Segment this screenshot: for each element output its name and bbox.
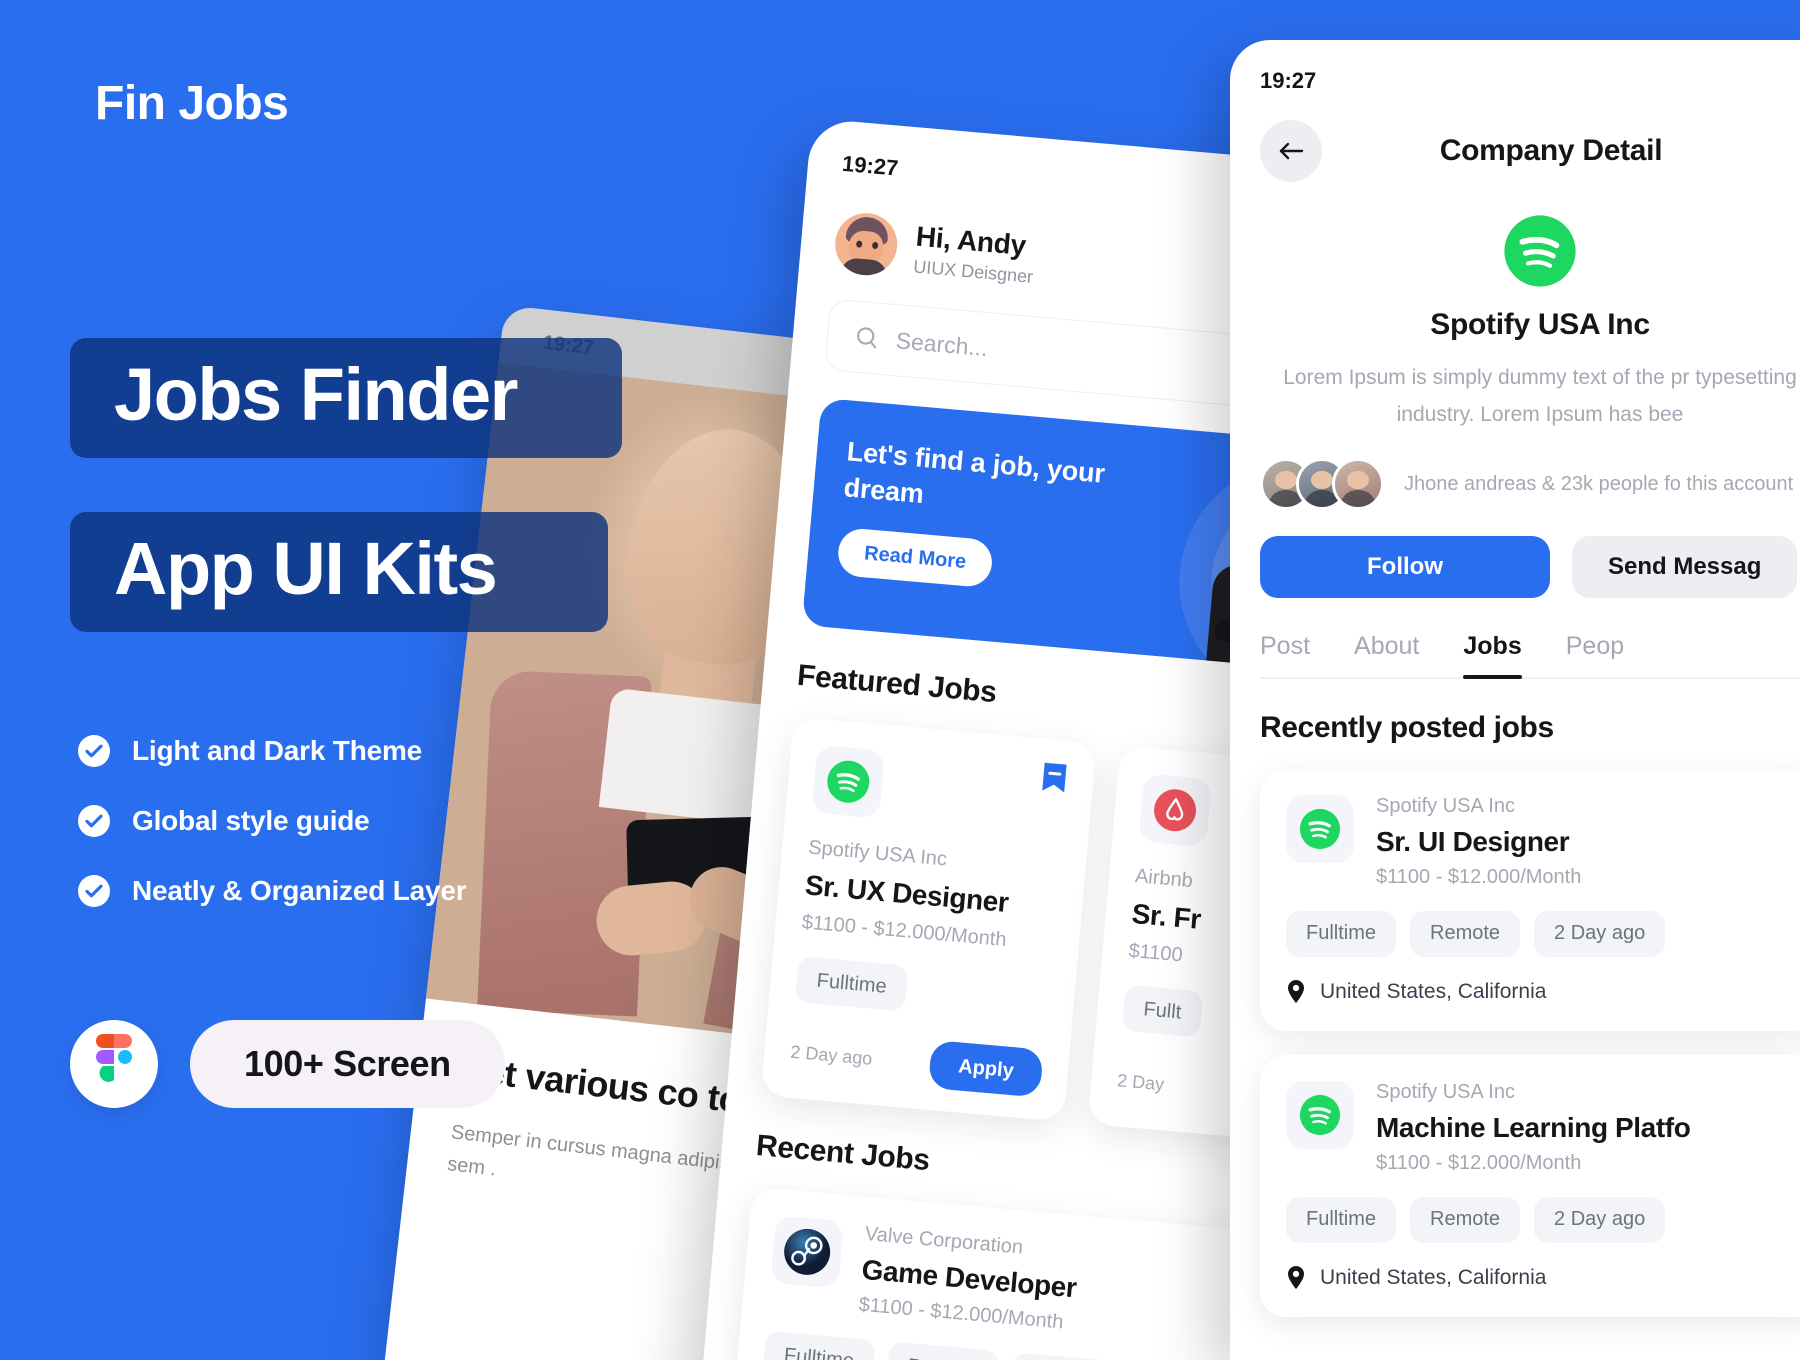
job-role: Machine Learning Platfo — [1376, 1111, 1691, 1143]
company-logo-tile — [811, 744, 886, 819]
job-chip-row: Fulltime Remote 2 Day ago — [1286, 910, 1794, 957]
back-button[interactable] — [1260, 120, 1322, 182]
arrow-left-icon — [1279, 142, 1304, 160]
company-logo-tile — [1138, 773, 1212, 848]
job-chip: Fulltime — [762, 1330, 876, 1360]
recently-posted-jobs-title: Recently posted jobs — [1260, 710, 1554, 744]
job-salary: $1100 - $12.000/Month — [1376, 1151, 1582, 1174]
job-tag: Fulltime — [794, 956, 909, 1012]
followers-text: Jhone andreas & 23k people fo this accou… — [1404, 472, 1794, 495]
page-title: Company Detail — [1439, 134, 1663, 167]
read-more-button[interactable]: Read More — [836, 527, 995, 589]
spotify-logo-icon — [827, 760, 870, 803]
job-role: Sr. UI Designer — [1376, 825, 1570, 857]
company-logo-tile — [1286, 1080, 1354, 1149]
job-chip: 2 Day ago — [1009, 1352, 1144, 1360]
job-chip: 2 Day ago — [1534, 1196, 1666, 1243]
avatar[interactable] — [832, 210, 900, 278]
tab-jobs[interactable]: Jobs — [1463, 632, 1523, 679]
job-chip: Remote — [1410, 1196, 1521, 1243]
headline-box-secondary: App UI Kits — [70, 512, 608, 633]
spotify-logo-icon — [1299, 808, 1341, 849]
brand-title: Fin Jobs — [95, 77, 289, 130]
headline-line-2: App UI Kits — [114, 527, 498, 610]
job-location: United States, California — [1320, 1265, 1547, 1289]
phone-company-detail-screen: 19:27 Company Detail Spotify USA Inc Lor… — [1230, 40, 1800, 1360]
screen-count-label: 100+ Screen — [244, 1043, 451, 1084]
job-company: Spotify USA Inc — [1376, 1080, 1515, 1103]
list-item: Light and Dark Theme — [78, 735, 466, 767]
apply-button[interactable]: Apply — [928, 1040, 1044, 1098]
steam-logo-icon — [784, 1228, 831, 1275]
promo-footer: 100+ Screen — [70, 1020, 505, 1108]
headline-box-primary: Jobs Finder — [70, 338, 622, 459]
company-logo-tile — [770, 1215, 844, 1289]
job-posted-ago: 2 Day — [1116, 1069, 1166, 1094]
map-pin-icon — [1288, 1265, 1304, 1289]
figma-logo-icon — [70, 1020, 158, 1108]
tab-about[interactable]: About — [1354, 632, 1419, 677]
tab-post[interactable]: Post — [1260, 632, 1310, 677]
status-bar-time: 19:27 — [1260, 68, 1317, 93]
feature-label: Neatly & Organized Layer — [132, 875, 467, 906]
job-chip: Fulltime — [1286, 910, 1397, 957]
check-circle-icon — [78, 805, 110, 837]
search-icon — [857, 327, 877, 349]
airbnb-logo-icon — [1154, 789, 1197, 832]
screen-count-badge: 100+ Screen — [190, 1020, 505, 1108]
tab-people[interactable]: Peop — [1566, 632, 1624, 677]
spotify-logo-icon — [1504, 215, 1576, 287]
followers-row: Jhone andreas & 23k people fo this accou… — [1260, 457, 1800, 510]
feature-list: Light and Dark Theme Global style guide … — [78, 735, 467, 945]
headline-line-1: Jobs Finder — [114, 353, 518, 436]
bookmark-icon[interactable] — [1040, 761, 1069, 800]
detail-navbar: Company Detail — [1260, 120, 1800, 182]
banner-title: Let's find a job, your dream — [842, 436, 1106, 509]
promo-panel: Fin Jobs Jobs Finder App UI Kits Light a… — [0, 0, 760, 1360]
job-company: Spotify USA Inc — [1376, 794, 1515, 817]
job-location-row: United States, California — [1286, 1265, 1794, 1291]
job-chip-row: Fulltime Remote 2 Day ago — [1286, 1196, 1794, 1243]
detail-job-card[interactable]: Spotify USA Inc Machine Learning Platfo … — [1260, 1054, 1800, 1317]
job-location-row: United States, California — [1286, 979, 1794, 1005]
feature-label: Global style guide — [132, 805, 370, 836]
status-bar-time: 19:27 — [841, 150, 900, 181]
job-chip: Fulltime — [1286, 1196, 1397, 1243]
company-logo-tile — [1286, 794, 1354, 863]
company-name: Spotify USA Inc — [1430, 308, 1650, 341]
job-chip: 2 Day ago — [1534, 910, 1666, 957]
check-circle-icon — [78, 875, 110, 907]
job-chip: Remote — [1410, 910, 1521, 957]
map-pin-icon — [1288, 979, 1304, 1003]
list-item: Neatly & Organized Layer — [78, 875, 467, 907]
job-chip: Remote — [885, 1341, 1000, 1360]
company-logo — [1260, 212, 1800, 290]
detail-action-row: Follow Send Messag — [1260, 535, 1800, 598]
check-circle-icon — [78, 735, 110, 767]
job-salary: $1100 - $12.000/Month — [1376, 865, 1582, 888]
detail-job-card[interactable]: Spotify USA Inc Sr. UI Designer $1100 - … — [1260, 768, 1800, 1031]
detail-tabs: Post About Jobs Peop — [1260, 632, 1800, 679]
job-tag: Fullt — [1121, 984, 1204, 1038]
job-posted-ago: 2 Day ago — [789, 1041, 874, 1069]
featured-job-card[interactable]: Spotify USA Inc Sr. UX Designer $1100 - … — [760, 716, 1097, 1122]
follower-avatars — [1260, 457, 1384, 510]
avatar — [1332, 457, 1384, 510]
follow-button[interactable]: Follow — [1260, 535, 1550, 598]
spotify-logo-icon — [1299, 1094, 1341, 1135]
feature-label: Light and Dark Theme — [132, 735, 423, 766]
company-description: Lorem Ipsum is simply dummy text of the … — [1283, 366, 1797, 426]
job-location: United States, California — [1320, 979, 1547, 1003]
list-item: Global style guide — [78, 805, 466, 837]
send-message-button[interactable]: Send Messag — [1572, 535, 1798, 598]
